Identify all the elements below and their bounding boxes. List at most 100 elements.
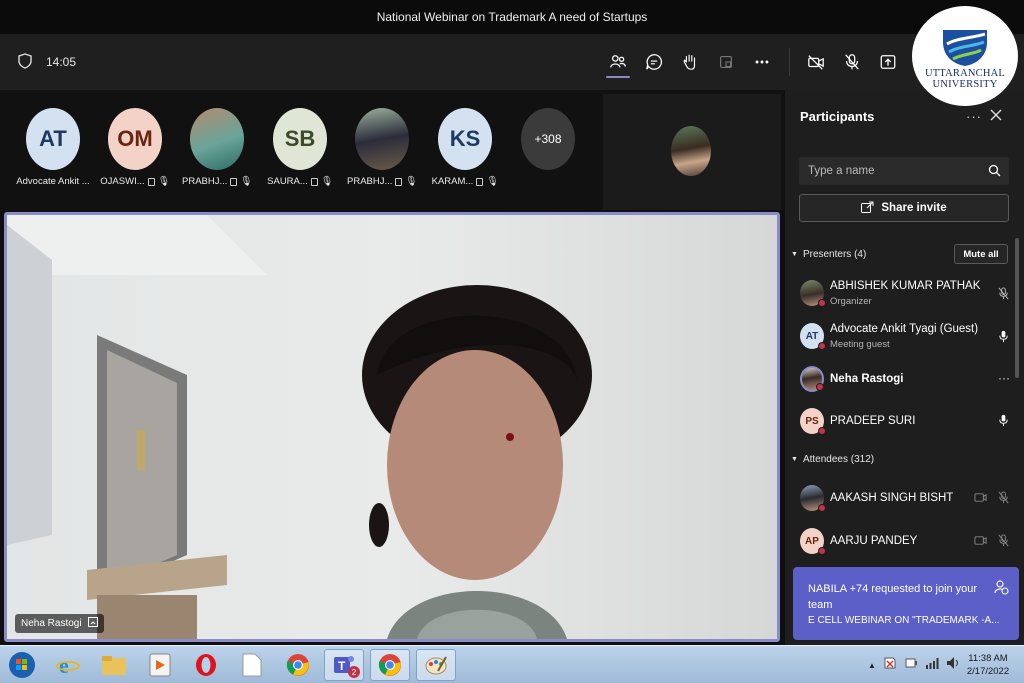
device-icon: [974, 534, 987, 552]
self-view: [603, 94, 781, 210]
mic-icon[interactable]: [997, 330, 1010, 348]
svg-text:e: e: [59, 653, 69, 677]
toast-detail: E CELL WEBINAR ON "TRADEMARK -A...: [808, 615, 1000, 626]
participant-name: AAKASH SINGH BISHT: [830, 492, 954, 504]
teams-notification-badge: 2: [348, 666, 360, 678]
search-input[interactable]: Type a name: [799, 157, 1009, 185]
panel-scrollbar[interactable]: [1015, 238, 1019, 378]
gallery-tile[interactable]: KS KARAM... 🎙: [430, 108, 500, 187]
more-options-icon[interactable]: [748, 48, 776, 76]
avatar: PS: [800, 408, 826, 435]
chrome-icon[interactable]: [278, 649, 318, 681]
shield-icon[interactable]: [18, 52, 32, 72]
document-icon[interactable]: [232, 649, 272, 681]
caret-down-icon: ▼: [791, 456, 798, 463]
action-center-icon[interactable]: [883, 656, 897, 675]
power-icon[interactable]: [904, 656, 918, 675]
meeting-toolbar: 14:05: [0, 34, 1024, 90]
gallery-tile[interactable]: PRABHJ... 🎙: [347, 108, 417, 187]
participant-row[interactable]: ABHISHEK KUMAR PATHAK Organizer: [785, 274, 1024, 314]
join-request-toast[interactable]: NABILA +74 requested to join your team E…: [793, 567, 1019, 640]
tile-name: OJASWI...: [100, 176, 145, 187]
camera-off-icon[interactable]: [802, 48, 830, 76]
participant-row[interactable]: AP AARJU PANDEY: [785, 522, 1024, 562]
title-bar: National Webinar on Trademark A need of …: [0, 0, 1024, 34]
tile-name: SAURA...: [267, 176, 308, 187]
panel-title: Participants: [800, 109, 875, 124]
device-icon: [395, 177, 402, 186]
mute-all-button[interactable]: Mute all: [954, 244, 1008, 264]
speaker-name: Neha Rastogi: [21, 618, 82, 629]
paint-window-button[interactable]: [416, 649, 456, 681]
more-participants-tile[interactable]: +308: [513, 108, 583, 170]
people-icon[interactable]: [604, 48, 632, 76]
meeting-timer: 14:05: [46, 55, 77, 69]
mic-off-icon[interactable]: [997, 287, 1010, 305]
mic-off-icon[interactable]: [838, 48, 866, 76]
participant-row[interactable]: AAKASH SINGH BISHT: [785, 479, 1024, 519]
taskbar-clock[interactable]: 11:38 AM 2/17/2022: [960, 652, 1016, 678]
avatar-photo: [800, 280, 826, 307]
logo-line-1: UTTARANCHAL: [924, 68, 1006, 79]
toolbar-divider: [789, 48, 790, 76]
network-icon[interactable]: [925, 656, 939, 675]
participant-role: Meeting guest: [830, 339, 890, 350]
device-icon: [147, 177, 155, 186]
mic-off-icon: [997, 534, 1010, 552]
svg-text:T: T: [338, 659, 346, 673]
file-explorer-icon[interactable]: [94, 649, 134, 681]
raise-hand-icon[interactable]: [676, 48, 704, 76]
participant-row[interactable]: Neha Rastogi ···: [785, 360, 1024, 400]
share-invite-button[interactable]: Share invite: [799, 194, 1009, 222]
start-button[interactable]: [2, 649, 42, 681]
volume-icon[interactable]: [946, 656, 960, 675]
chat-icon[interactable]: [640, 48, 668, 76]
panel-more-icon[interactable]: ···: [966, 109, 982, 124]
share-tray-icon[interactable]: [712, 48, 740, 76]
tile-name: PRABHJ...: [347, 176, 393, 187]
internet-explorer-icon[interactable]: e: [48, 649, 88, 681]
participant-row[interactable]: PS PRADEEP SURI: [785, 402, 1024, 442]
teams-taskbar-button[interactable]: T 2: [324, 649, 364, 681]
mic-icon: 🎙: [157, 176, 170, 187]
search-icon[interactable]: [988, 164, 1001, 180]
gallery-tile[interactable]: AT Advocate Ankit ...: [16, 108, 90, 187]
participant-name: Advocate Ankit Tyagi (Guest): [830, 323, 979, 335]
device-icon: [310, 177, 318, 186]
presenters-section-header[interactable]: ▼ Presenters (4): [791, 249, 866, 260]
person-add-icon: [993, 579, 1009, 598]
participants-panel: Participants ··· Type a name Share invit…: [785, 90, 1024, 645]
chrome-window-button[interactable]: [370, 649, 410, 681]
status-dot: [816, 383, 824, 391]
close-icon[interactable]: [990, 108, 1002, 126]
device-icon: [974, 491, 987, 509]
avatar-initials: PS: [805, 415, 819, 427]
mic-icon[interactable]: [997, 414, 1010, 432]
windows-taskbar: e T 2 ▲ 11:38 AM 2/17/2022: [0, 645, 1024, 683]
avatar-initials: AP: [805, 535, 819, 547]
active-tab-indicator: [606, 76, 630, 78]
system-tray: ▲: [868, 646, 960, 683]
media-player-icon[interactable]: [140, 649, 180, 681]
row-more-icon[interactable]: ···: [998, 371, 1010, 385]
chrome-icon: [378, 654, 401, 676]
windows-logo-icon: [9, 652, 35, 678]
speaker-name-tag: Neha Rastogi: [15, 614, 104, 633]
self-avatar: [671, 126, 711, 176]
show-hidden-icons[interactable]: ▲: [868, 661, 876, 670]
presenters-label: Presenters (4): [802, 249, 867, 260]
status-dot: [818, 547, 826, 555]
gallery-tile[interactable]: PRABHJ... 🎙: [182, 108, 252, 187]
gallery-tile[interactable]: SB SAURA... 🎙: [265, 108, 335, 187]
speaker-video-feed: [7, 215, 777, 639]
main-video-stage: Neha Rastogi: [4, 212, 780, 642]
attendees-section-header[interactable]: ▼ Attendees (312): [791, 454, 874, 465]
avatar: KS: [438, 108, 492, 170]
participant-row[interactable]: AT Advocate Ankit Tyagi (Guest) Meeting …: [785, 317, 1024, 357]
opera-icon[interactable]: [186, 649, 226, 681]
gallery-tile[interactable]: OM OJASWI... 🎙: [100, 108, 170, 187]
share-screen-icon[interactable]: [874, 48, 902, 76]
status-dot: [818, 504, 826, 512]
avatar-initials: AT: [805, 330, 819, 342]
participant-name: AARJU PANDEY: [830, 535, 918, 547]
